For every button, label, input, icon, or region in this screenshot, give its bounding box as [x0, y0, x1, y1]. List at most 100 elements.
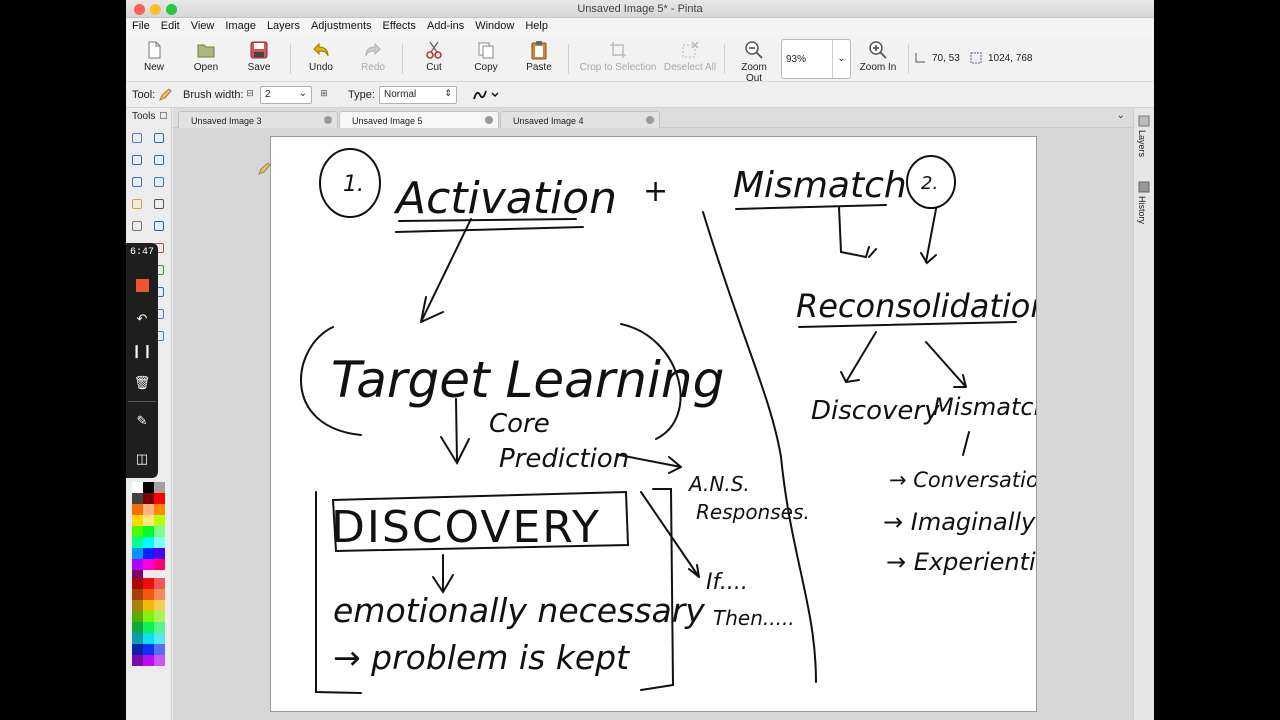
- history-icon[interactable]: [1137, 180, 1151, 194]
- tab-unsaved-image-5[interactable]: Unsaved Image 5: [339, 111, 499, 128]
- palette-swatch[interactable]: [132, 504, 143, 515]
- menu-effects[interactable]: Effects: [377, 18, 421, 32]
- pause-recording-button[interactable]: ❙❙: [130, 339, 154, 363]
- chevron-down-icon[interactable]: ⌄: [832, 40, 850, 78]
- menu-layers[interactable]: Layers: [261, 18, 305, 32]
- palette-swatch[interactable]: [132, 526, 143, 537]
- canvas-area[interactable]: 1. Activation + Mismatch 2. Reconsolidat…: [173, 128, 1133, 720]
- palette-swatch[interactable]: [154, 578, 165, 589]
- palette-swatch[interactable]: [132, 559, 143, 570]
- palette-swatch[interactable]: [143, 537, 154, 548]
- palette-swatch[interactable]: [143, 482, 154, 493]
- close-tab-icon[interactable]: [646, 116, 654, 124]
- new-button[interactable]: New: [136, 40, 172, 80]
- palette-swatch[interactable]: [154, 482, 165, 493]
- type-select[interactable]: Normal ⇕: [379, 86, 457, 104]
- palette-swatch[interactable]: [143, 644, 154, 655]
- palette-swatch[interactable]: [143, 622, 154, 633]
- palette-swatch[interactable]: [143, 611, 154, 622]
- move-selection-icon[interactable]: [154, 133, 164, 143]
- palette-swatch[interactable]: [132, 515, 143, 526]
- annotate-button[interactable]: ✎: [130, 409, 154, 433]
- magic-wand-icon[interactable]: [132, 199, 142, 209]
- palette-swatch[interactable]: [154, 515, 165, 526]
- zoom-in-button[interactable]: Zoom In: [856, 40, 900, 80]
- chevron-down-icon[interactable]: ⌄: [1117, 110, 1125, 121]
- pan-icon[interactable]: [154, 199, 164, 209]
- palette-swatch[interactable]: [154, 504, 165, 515]
- palette-swatch[interactable]: [143, 655, 154, 666]
- close-tab-icon[interactable]: [324, 116, 332, 124]
- menu-image[interactable]: Image: [219, 18, 261, 32]
- palette-swatch[interactable]: [143, 548, 154, 559]
- open-button[interactable]: Open: [188, 40, 224, 80]
- palette-swatch[interactable]: [143, 589, 154, 600]
- chevron-down-icon[interactable]: ⌄: [299, 88, 307, 99]
- menu-edit[interactable]: Edit: [155, 18, 185, 32]
- delete-recording-button[interactable]: 🗑: [130, 371, 154, 395]
- palette-swatch[interactable]: [154, 493, 165, 504]
- paint-bucket-icon[interactable]: [132, 221, 142, 231]
- gradient-icon[interactable]: [154, 221, 164, 231]
- palette-swatch[interactable]: [154, 622, 165, 633]
- zoom-combobox[interactable]: 93% ⌄: [781, 39, 851, 79]
- tab-unsaved-image-3[interactable]: Unsaved Image 3: [178, 111, 338, 128]
- palette-swatch[interactable]: [154, 600, 165, 611]
- palette-swatch[interactable]: [143, 600, 154, 611]
- tab-unsaved-image-4[interactable]: Unsaved Image 4: [500, 111, 660, 128]
- menu-view[interactable]: View: [185, 18, 220, 32]
- palette-swatch[interactable]: [132, 548, 143, 559]
- palette-swatch[interactable]: [132, 537, 143, 548]
- menu-window[interactable]: Window: [469, 18, 519, 32]
- menu-file[interactable]: File: [126, 18, 155, 32]
- save-button[interactable]: Save: [242, 40, 276, 80]
- lasso-icon[interactable]: [132, 155, 142, 165]
- palette-swatch[interactable]: [143, 526, 154, 537]
- palette-swatch[interactable]: [132, 633, 143, 644]
- undo-button[interactable]: Undo: [304, 40, 338, 80]
- cut-button[interactable]: Cut: [418, 40, 450, 80]
- copy-button[interactable]: Copy: [470, 40, 502, 80]
- deselect-all-button[interactable]: Deselect All: [662, 40, 718, 80]
- zoom-out-button[interactable]: Zoom Out: [732, 40, 776, 84]
- palette-swatch[interactable]: [154, 589, 165, 600]
- decrease-brush-button[interactable]: ⊟: [244, 88, 256, 100]
- stop-recording-button[interactable]: [130, 273, 154, 297]
- palette-swatch[interactable]: [132, 655, 143, 666]
- palette-swatch[interactable]: [143, 578, 154, 589]
- palette-swatch[interactable]: [154, 537, 165, 548]
- palette-swatch[interactable]: [143, 515, 154, 526]
- zoom-tool-icon[interactable]: [154, 177, 164, 187]
- palette-swatch[interactable]: [143, 633, 154, 644]
- increase-brush-button[interactable]: ⊞: [318, 88, 330, 100]
- palette-swatch[interactable]: [154, 633, 165, 644]
- palette-swatch[interactable]: [143, 493, 154, 504]
- ellipse-select-icon[interactable]: [132, 177, 142, 187]
- brush-width-input[interactable]: 2 ⌄: [260, 86, 312, 104]
- palette-swatch[interactable]: [154, 548, 165, 559]
- menu-addins[interactable]: Add-ins: [421, 18, 469, 32]
- antialiasing-icon[interactable]: [472, 87, 502, 103]
- close-tab-icon[interactable]: [485, 116, 493, 124]
- paste-button[interactable]: Paste: [522, 40, 556, 80]
- palette-swatch[interactable]: [132, 482, 143, 493]
- panel-toggle-icon[interactable]: [160, 112, 167, 119]
- select-rect-icon[interactable]: [132, 133, 142, 143]
- palette-swatch[interactable]: [132, 578, 143, 589]
- menu-help[interactable]: Help: [519, 18, 553, 32]
- palette-swatch[interactable]: [132, 644, 143, 655]
- redo-button[interactable]: Redo: [356, 40, 390, 80]
- palette-swatch[interactable]: [154, 644, 165, 655]
- palette-swatch[interactable]: [154, 526, 165, 537]
- crop-to-selection-button[interactable]: Crop to Selection: [578, 40, 658, 80]
- palette-swatch[interactable]: [143, 504, 154, 515]
- history-panel-tab[interactable]: History: [1137, 196, 1147, 224]
- undo-recording-button[interactable]: ↶: [130, 307, 154, 331]
- palette-swatch[interactable]: [132, 589, 143, 600]
- palette-swatch[interactable]: [132, 600, 143, 611]
- palette-swatch[interactable]: [154, 611, 165, 622]
- palette-swatch[interactable]: [143, 559, 154, 570]
- palette-swatch[interactable]: [154, 655, 165, 666]
- palette-swatch[interactable]: [132, 493, 143, 504]
- drawing-canvas[interactable]: 1. Activation + Mismatch 2. Reconsolidat…: [270, 136, 1037, 712]
